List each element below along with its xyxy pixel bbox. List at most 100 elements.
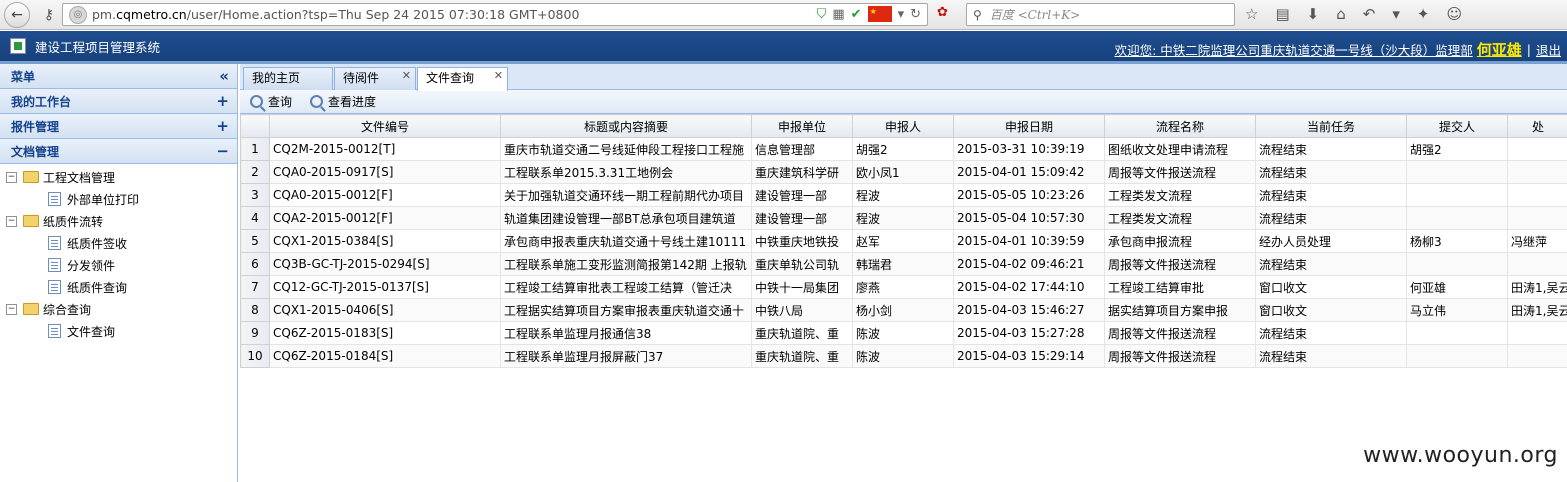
- table-cell: 杨小剑: [852, 298, 954, 322]
- table-cell: 2015-04-01 10:39:59: [953, 229, 1105, 253]
- table-cell: 重庆轨道院、重: [751, 344, 853, 368]
- column-header[interactable]: 文件编号: [269, 114, 501, 138]
- expand-icon[interactable]: +: [216, 117, 229, 135]
- tree-item-paper-query[interactable]: 纸质件查询: [0, 276, 237, 298]
- home-icon[interactable]: ⌂: [1336, 5, 1346, 23]
- table-row[interactable]: 8 CQX1-2015-0406[S] 工程据实结算项目方案审报表重庆轨道交通十 中铁…: [240, 298, 1567, 322]
- collapse-sidebar-icon[interactable]: «: [219, 67, 229, 85]
- section-report-management[interactable]: 报件管理 +: [0, 114, 237, 139]
- document-icon: [48, 192, 61, 206]
- sidebar: 菜单 « 我的工作台 + 报件管理 + 文档管理 − − 工程文档管理 外部单位…: [0, 64, 238, 482]
- logout-link[interactable]: 退出: [1536, 40, 1561, 59]
- section-my-workbench[interactable]: 我的工作台 +: [0, 89, 237, 114]
- folder-icon: [23, 171, 39, 183]
- search-box[interactable]: ⚲ 百度 <Ctrl+K>: [966, 3, 1235, 26]
- tab-pending-read[interactable]: 待阅件 ✕: [334, 67, 416, 90]
- tree-collapse-icon[interactable]: −: [6, 303, 17, 315]
- folder-icon: [23, 303, 39, 315]
- table-cell: CQ2M-2015-0012[T]: [269, 137, 501, 161]
- table-row[interactable]: 5 CQX1-2015-0384[S] 承包商申报表重庆轨道交通十号线土建10111…: [240, 229, 1567, 253]
- table-cell: 2015-04-03 15:46:27: [953, 298, 1105, 322]
- table-row[interactable]: 1 CQ2M-2015-0012[T] 重庆市轨道交通二号线延伸段工程接口工程施 信息…: [240, 137, 1567, 161]
- column-header[interactable]: 申报单位: [751, 114, 853, 138]
- close-tab-icon[interactable]: ✕: [494, 65, 503, 86]
- column-header[interactable]: 处: [1507, 114, 1567, 138]
- tree-collapse-icon[interactable]: −: [6, 171, 17, 183]
- table-cell: 工程竣工结算审批表工程竣工结算（管迁决: [500, 275, 752, 299]
- query-button[interactable]: 查询: [250, 93, 292, 110]
- column-header[interactable]: 申报人: [852, 114, 954, 138]
- tab-file-query[interactable]: 文件查询 ✕: [417, 67, 508, 91]
- table-row[interactable]: 9 CQ6Z-2015-0183[S] 工程联系单监理月报通信38 重庆轨道院、重 陈波…: [240, 321, 1567, 345]
- table-row[interactable]: 4 CQA2-2015-0012[F] 轨道集团建设管理一部BT总承包项目建筑道 建设…: [240, 206, 1567, 230]
- table-cell: 信息管理部: [751, 137, 853, 161]
- tree-item-distribute[interactable]: 分发领件: [0, 254, 237, 276]
- column-header[interactable]: 流程名称: [1104, 114, 1256, 138]
- undo-icon[interactable]: ↶: [1363, 5, 1376, 23]
- tree-folder-engineering-docs[interactable]: − 工程文档管理: [0, 166, 237, 188]
- tree-item-external-print[interactable]: 外部单位打印: [0, 188, 237, 210]
- download-icon[interactable]: ⬇: [1307, 5, 1320, 23]
- check-icon[interactable]: ✔: [851, 7, 862, 22]
- reload-icon[interactable]: ↻: [910, 7, 921, 22]
- close-tab-icon[interactable]: ✕: [402, 65, 411, 86]
- table-cell: 流程结束: [1255, 183, 1407, 207]
- dropdown-icon[interactable]: ▾: [898, 7, 905, 22]
- tree-collapse-icon[interactable]: −: [6, 215, 17, 227]
- table-cell: [1507, 252, 1567, 276]
- shield-icon[interactable]: ⛉: [817, 7, 827, 22]
- row-number: 10: [240, 344, 270, 368]
- section-document-management[interactable]: 文档管理 −: [0, 139, 237, 164]
- bookmark-star-icon[interactable]: ☆: [1245, 5, 1258, 23]
- table-cell: 欧小凤1: [852, 160, 954, 184]
- table-row[interactable]: 3 CQA0-2015-0012[F] 关于加强轨道交通环线一期工程前期代办项目 建设…: [240, 183, 1567, 207]
- table-row[interactable]: 10 CQ6Z-2015-0184[S] 工程联系单监理月报屏蔽门37 重庆轨道院、重…: [240, 344, 1567, 368]
- tab-home[interactable]: 我的主页: [243, 67, 333, 90]
- table-cell: CQ6Z-2015-0184[S]: [269, 344, 501, 368]
- column-header[interactable]: 标题或内容摘要: [500, 114, 752, 138]
- table-cell: [1406, 252, 1508, 276]
- tree-folder-paper-flow[interactable]: − 纸质件流转: [0, 210, 237, 232]
- address-bar[interactable]: ◎ pm.cqmetro.cn/user/Home.action?tsp=Thu…: [62, 3, 928, 26]
- table-row[interactable]: 6 CQ3B-GC-TJ-2015-0294[S] 工程联系单施工变形监测简报第14…: [240, 252, 1567, 276]
- user-name[interactable]: 何亚雄: [1477, 39, 1522, 60]
- table-cell: 2015-05-04 10:57:30: [953, 206, 1105, 230]
- key-icon[interactable]: ⚷: [38, 7, 60, 23]
- back-button[interactable]: ←: [4, 1, 30, 28]
- table-cell: CQA2-2015-0012[F]: [269, 206, 501, 230]
- table-cell: 工程联系单施工变形监测简报第142期 上报轨: [500, 252, 752, 276]
- tree-folder-combined-query[interactable]: − 综合查询: [0, 298, 237, 320]
- table-cell: 何亚雄: [1406, 275, 1508, 299]
- table-cell: 工程联系单监理月报通信38: [500, 321, 752, 345]
- table-row[interactable]: 2 CQA0-2015-0917[S] 工程联系单2015.3.31工地例会 重庆建筑…: [240, 160, 1567, 184]
- table-cell: 经办人员处理: [1255, 229, 1407, 253]
- extension-icon[interactable]: ✦: [1417, 5, 1430, 23]
- table-cell: 重庆单轨公司轨: [751, 252, 853, 276]
- table-cell: 流程结束: [1255, 206, 1407, 230]
- table-cell: 关于加强轨道交通环线一期工程前期代办项目: [500, 183, 752, 207]
- column-header[interactable]: 申报日期: [953, 114, 1105, 138]
- column-header[interactable]: 当前任务: [1255, 114, 1407, 138]
- addon-menu-icon[interactable]: ☺: [1446, 5, 1462, 23]
- search-icon: [310, 95, 324, 108]
- view-progress-button[interactable]: 查看进度: [310, 93, 376, 110]
- column-header[interactable]: 提交人: [1406, 114, 1508, 138]
- welcome-text[interactable]: 欢迎您: 中铁二院监理公司重庆轨道交通一号线（沙大段）监理部: [1115, 40, 1473, 59]
- table-cell: [1406, 321, 1508, 345]
- tree-item-file-query[interactable]: 文件查询: [0, 320, 237, 342]
- qr-code-icon[interactable]: ▦: [832, 7, 844, 22]
- table-cell: 流程结束: [1255, 344, 1407, 368]
- table-cell: 流程结束: [1255, 137, 1407, 161]
- table-cell: 马立伟: [1406, 298, 1508, 322]
- table-row[interactable]: 7 CQ12-GC-TJ-2015-0137[S] 工程竣工结算审批表工程竣工结算（…: [240, 275, 1567, 299]
- url-text[interactable]: pm.cqmetro.cn/user/Home.action?tsp=Thu S…: [92, 7, 579, 22]
- tree-item-paper-receipt[interactable]: 纸质件签收: [0, 232, 237, 254]
- collapse-icon[interactable]: −: [216, 142, 229, 160]
- bookmarks-list-icon[interactable]: ▤: [1275, 5, 1289, 23]
- addon-icon[interactable]: ✿: [937, 5, 948, 20]
- expand-icon[interactable]: +: [216, 92, 229, 110]
- menu-dropdown-icon[interactable]: ▾: [1392, 5, 1400, 23]
- table-cell: CQX1-2015-0384[S]: [269, 229, 501, 253]
- table-cell: 中铁八局: [751, 298, 853, 322]
- search-placeholder: 百度 <Ctrl+K>: [989, 8, 1081, 22]
